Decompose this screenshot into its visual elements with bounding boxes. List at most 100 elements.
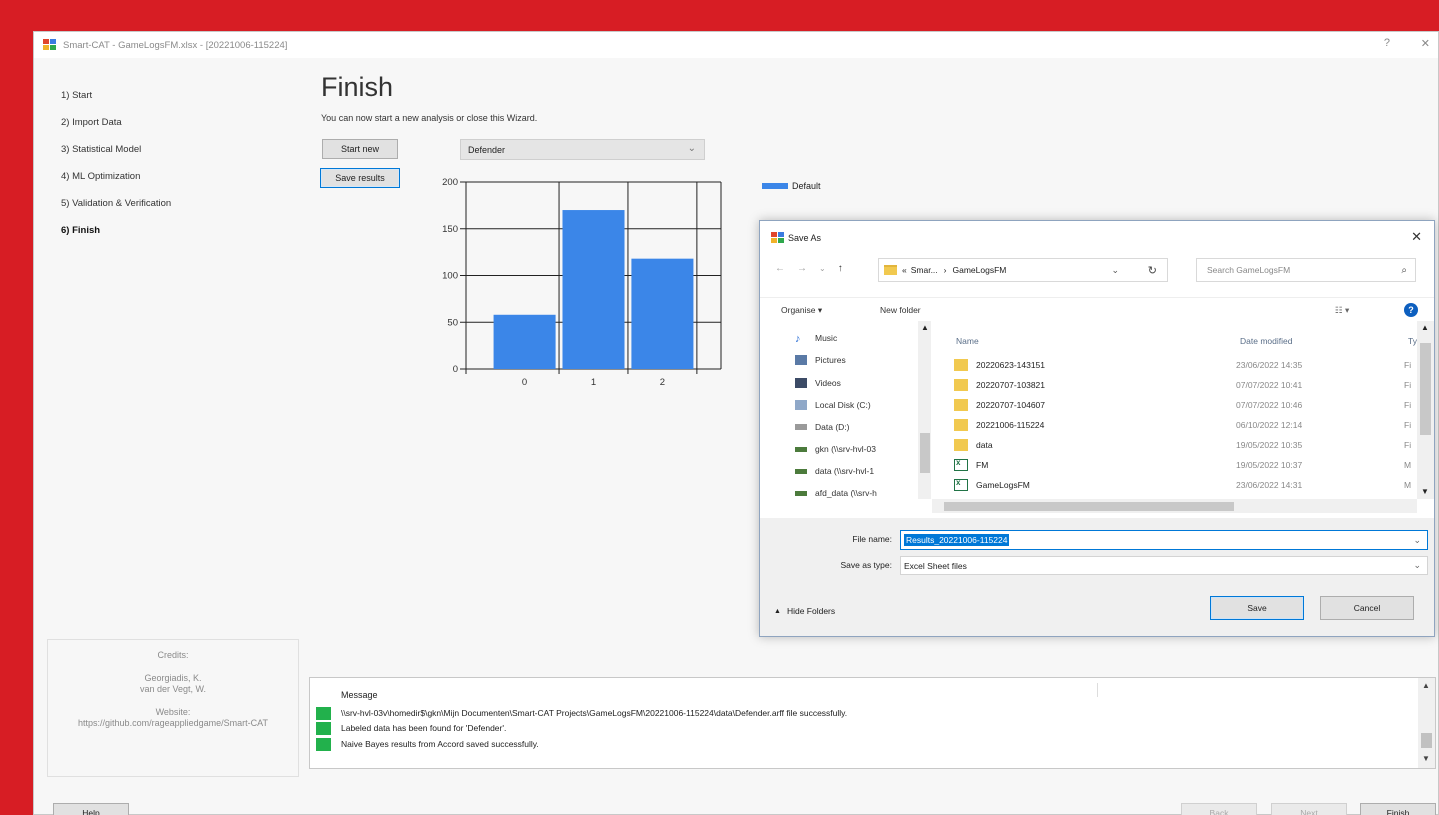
start-new-button[interactable]: Start new [322, 139, 398, 159]
file-date: 19/05/2022 10:37 [1236, 460, 1303, 470]
breadcrumb-segment[interactable]: Smar... [911, 265, 938, 275]
step-import-data[interactable]: 2) Import Data [61, 117, 301, 144]
excel-file-icon [954, 478, 968, 491]
nav-item-data-network[interactable]: data (\\srv-hvl-1 [795, 466, 874, 476]
nav-scrollbar[interactable]: ▲ [918, 321, 931, 499]
file-row[interactable]: GameLogsFM 23/06/2022 14:31 M [954, 476, 1424, 494]
message-text: Labeled data has been found for 'Defende… [341, 723, 507, 733]
scroll-up-icon[interactable]: ▲ [1422, 681, 1430, 690]
step-statistical-model[interactable]: 3) Statistical Model [61, 144, 301, 171]
nav-item-local-disk[interactable]: Local Disk (C:) [795, 400, 871, 410]
new-folder-button[interactable]: New folder [880, 305, 921, 315]
file-list-vscrollbar[interactable]: ▲ ▼ [1417, 321, 1434, 499]
credits-website-link[interactable]: https://github.com/rageappliedgame/Smart… [48, 718, 298, 729]
network-drive-icon [795, 490, 807, 496]
chevron-down-icon[interactable]: ⌄ [1413, 535, 1421, 546]
step-ml-optimization[interactable]: 4) ML Optimization [61, 171, 301, 198]
file-name-field[interactable]: Results_20221006-115224 ⌄ [900, 530, 1428, 550]
credits-author-2: van der Vegt, W. [139, 684, 207, 694]
hide-folders-toggle[interactable]: ▲ Hide Folders [774, 606, 835, 616]
step-finish[interactable]: 6) Finish [61, 225, 301, 252]
folder-icon [954, 379, 968, 391]
nav-item-pictures[interactable]: Pictures [795, 355, 846, 365]
organise-menu[interactable]: Organise ▾ [781, 305, 822, 316]
navigation-buttons: ← → ⌄ ↑ [775, 263, 855, 274]
save-type-select[interactable]: Excel Sheet files ⌄ [900, 556, 1428, 575]
refresh-icon[interactable]: ↻ [1148, 264, 1157, 277]
app-logo-icon [771, 232, 784, 243]
chevron-down-icon: ⌄ [687, 143, 696, 154]
next-button[interactable]: Next [1271, 803, 1347, 815]
back-arrow-icon[interactable]: ← [775, 263, 785, 274]
scroll-thumb[interactable] [944, 502, 1234, 511]
nav-item-afd-data[interactable]: afd_data (\\srv-h [795, 488, 877, 498]
scroll-thumb[interactable] [1420, 343, 1431, 435]
file-row[interactable]: data 19/05/2022 10:35 Fi [954, 436, 1424, 454]
recent-locations-icon[interactable]: ⌄ [819, 264, 826, 273]
nav-item-data-drive[interactable]: Data (D:) [795, 422, 849, 432]
cancel-button[interactable]: Cancel [1320, 596, 1414, 620]
nav-item-gkn[interactable]: gkn (\\srv-hvl-03 [795, 444, 876, 454]
back-button[interactable]: Back [1181, 803, 1257, 815]
y-tick-label: 50 [447, 317, 458, 328]
column-header-name[interactable]: Name [956, 336, 979, 346]
file-type: M [1404, 480, 1412, 490]
file-row[interactable]: 20220707-103821 07/07/2022 10:41 Fi [954, 376, 1424, 394]
breadcrumb-segment[interactable]: GameLogsFM [953, 265, 1007, 275]
file-row[interactable]: 20220623-143151 23/06/2022 14:35 Fi [954, 356, 1424, 374]
scroll-down-icon[interactable]: ▼ [1421, 487, 1429, 496]
file-list: Name Date modified Ty 20220623-143151 23… [932, 321, 1434, 517]
column-header-type[interactable]: Ty [1408, 336, 1417, 346]
success-status-icon [316, 706, 331, 720]
file-row[interactable]: 20220707-104607 07/07/2022 10:46 Fi [954, 396, 1424, 414]
nav-item-label: Videos [815, 378, 841, 388]
scroll-up-icon[interactable]: ▲ [921, 323, 929, 332]
scroll-down-icon[interactable]: ▼ [1422, 754, 1430, 763]
help-icon[interactable]: ? [1404, 303, 1418, 317]
address-bar[interactable]: « Smar... › GameLogsFM ⌄ ↻ [878, 258, 1168, 282]
message-panel: Message \\srv-hvl-03v\homedir$\gkn\Mijn … [309, 677, 1436, 769]
search-input[interactable]: Search GameLogsFM ⌕ [1196, 258, 1416, 282]
finish-button[interactable]: Finish [1360, 803, 1436, 815]
forward-arrow-icon[interactable]: → [797, 263, 807, 274]
results-chart: 0 50 100 150 200 0 1 2 [442, 177, 722, 388]
close-icon[interactable]: ✕ [1421, 37, 1430, 50]
message-scrollbar[interactable]: ▲ ▼ [1418, 678, 1435, 768]
scroll-thumb[interactable] [920, 433, 930, 473]
nav-item-label: Data (D:) [815, 422, 850, 432]
help-button[interactable]: Help [53, 803, 129, 815]
file-date: 23/06/2022 14:35 [1236, 360, 1303, 370]
column-header-date[interactable]: Date modified [1240, 336, 1292, 346]
scroll-thumb[interactable] [1421, 733, 1432, 748]
folder-icon [954, 439, 968, 451]
message-row: \\srv-hvl-03v\homedir$\gkn\Mijn Document… [316, 706, 847, 720]
chevron-down-icon[interactable]: ⌄ [1111, 265, 1119, 276]
up-arrow-icon[interactable]: ↑ [838, 263, 843, 274]
file-row[interactable]: FM 19/05/2022 10:37 M [954, 456, 1424, 474]
nav-item-music[interactable]: ♪ Music [795, 333, 837, 345]
file-type: Fi [1404, 360, 1412, 370]
help-icon[interactable]: ? [1384, 37, 1390, 49]
file-row[interactable]: 20221006-115224 06/10/2022 12:14 Fi [954, 416, 1424, 434]
search-icon[interactable]: ⌕ [1401, 265, 1407, 276]
step-start[interactable]: 1) Start [61, 90, 301, 117]
model-dropdown[interactable]: Defender ⌄ [460, 139, 705, 160]
file-name: data [976, 440, 993, 450]
chart-legend: Default [762, 181, 821, 191]
x-tick-label: 0 [522, 377, 527, 388]
file-name-label: File name: [852, 534, 892, 544]
scroll-up-icon[interactable]: ▲ [1421, 323, 1429, 332]
legend-swatch [762, 183, 788, 189]
file-list-hscrollbar[interactable] [932, 499, 1417, 513]
save-results-button[interactable]: Save results [320, 168, 400, 188]
step-validation-verification[interactable]: 5) Validation & Verification [61, 198, 301, 225]
address-overflow[interactable]: « [902, 265, 907, 275]
file-name: 20220623-143151 [976, 360, 1046, 370]
nav-item-videos[interactable]: Videos [795, 378, 841, 388]
save-button[interactable]: Save [1210, 596, 1304, 620]
close-icon[interactable]: ✕ [1411, 229, 1422, 245]
pictures-icon [795, 355, 807, 365]
videos-icon [795, 378, 807, 388]
view-options-icon[interactable]: ☷ ▾ [1335, 305, 1349, 316]
credits-website-label: Website: [155, 707, 191, 717]
